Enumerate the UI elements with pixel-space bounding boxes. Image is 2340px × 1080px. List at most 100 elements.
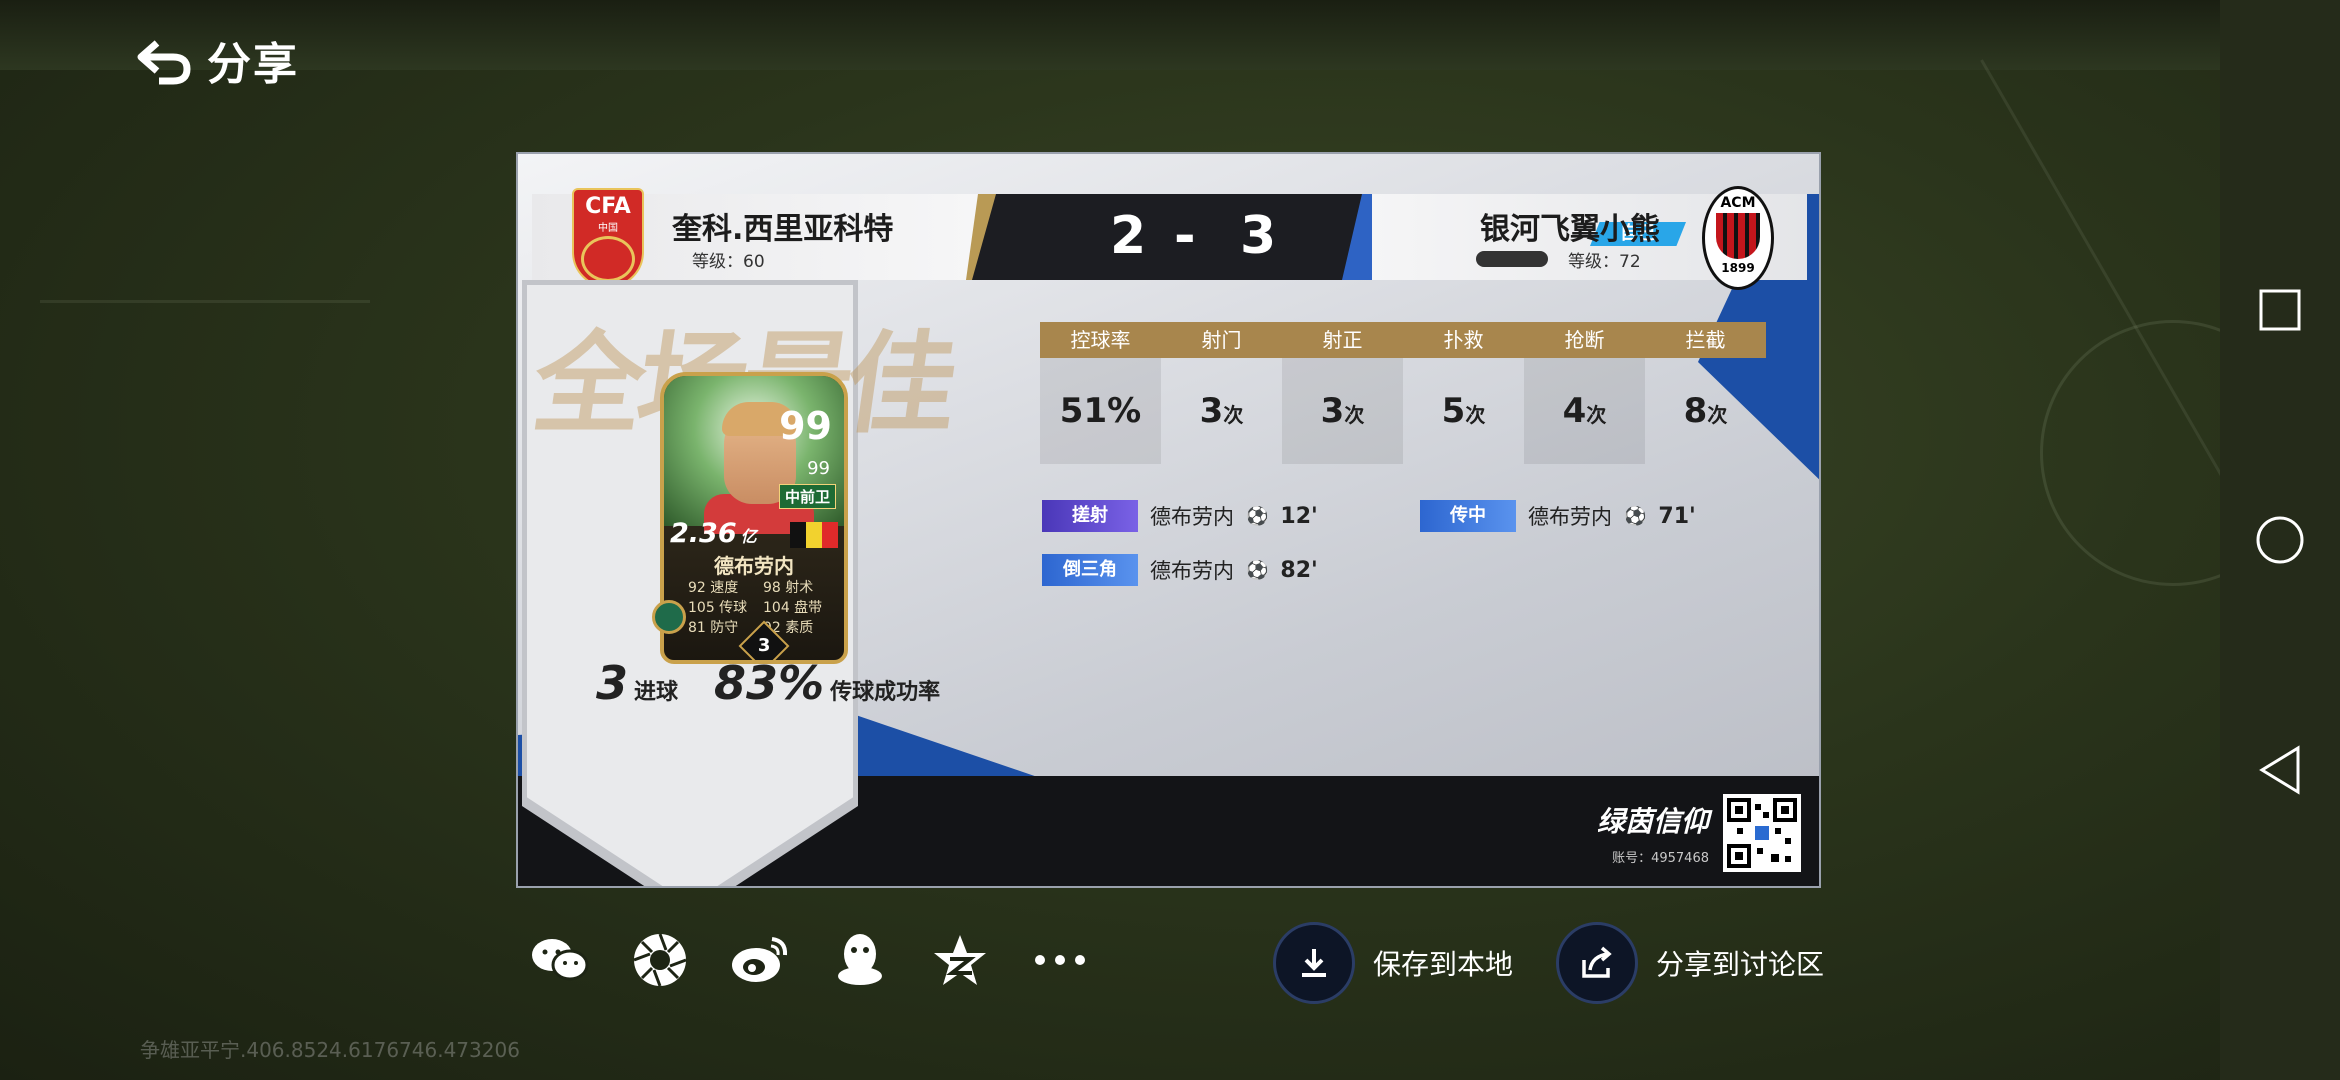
stat-header: 抢断 xyxy=(1524,322,1645,358)
attr-shooting: 98 射术 xyxy=(763,580,814,596)
laurel-badge-icon xyxy=(652,600,686,634)
stat-possession: 控球率 51% xyxy=(1040,322,1161,464)
badge-text: ACM xyxy=(1720,195,1756,211)
away-team-name: 银河飞翼小熊 xyxy=(1480,212,1660,247)
match-result-card: CFA 中国 奎科.西里亚科特 等级：60 2 - 3 自己 银河飞翼小熊 等级… xyxy=(516,152,1821,888)
player-name: 德布劳内 xyxy=(714,554,794,578)
price-unit: 亿 xyxy=(740,527,757,546)
qzone-icon[interactable] xyxy=(910,925,1010,995)
footer-watermark: 争雄亚平宁.406.8524.6176746.473206 xyxy=(140,1038,520,1062)
triangle-back-icon xyxy=(2259,745,2300,795)
square-icon xyxy=(2259,289,2301,331)
away-team-level: 等级：72 xyxy=(1568,252,1641,272)
away-score: 3 xyxy=(1240,206,1277,266)
stat-header: 射门 xyxy=(1161,322,1282,358)
event-time: 12' xyxy=(1280,503,1318,529)
circle-icon xyxy=(2256,516,2304,564)
player-rating: 99 xyxy=(779,404,832,448)
event-player: 德布劳内 xyxy=(1528,505,1612,529)
stat-value: 3次 xyxy=(1199,391,1244,431)
pitch-line xyxy=(40,300,370,303)
save-local-button[interactable]: 保存到本地 xyxy=(1273,922,1513,1004)
moments-icon[interactable] xyxy=(610,925,710,995)
qr-code xyxy=(1723,794,1801,872)
recent-apps-button[interactable] xyxy=(2250,280,2310,340)
home-team-level: 等级：60 xyxy=(692,252,765,272)
event-time: 71' xyxy=(1658,503,1696,529)
pass-label: 传球成功率 xyxy=(830,680,941,705)
stat-shots: 射门 3次 xyxy=(1161,322,1282,464)
save-local-label: 保存到本地 xyxy=(1373,948,1514,981)
score-separator: - xyxy=(1174,206,1196,266)
goal-event: 倒三角 德布劳内 ⚽ 82' xyxy=(1042,554,1318,586)
pass-stat: 83% 传球成功率 xyxy=(714,656,940,710)
goals-label: 进球 xyxy=(634,680,679,705)
weibo-icon[interactable] xyxy=(710,925,810,995)
match-stats-table: 控球率 51% 射门 3次 射正 3次 扑救 5次 抢断 4次 拦截 8次 xyxy=(1040,322,1766,464)
stat-header: 射正 xyxy=(1282,322,1403,358)
home-button[interactable] xyxy=(2250,510,2310,570)
player-card[interactable]: 99 99 中前卫 2.36 亿 德布劳内 92 速度 98 射术 105 传球 … xyxy=(660,372,848,664)
goal-event: 搓射 德布劳内 ⚽ 12' xyxy=(1042,500,1318,532)
brand-logo: 绿茵信仰 xyxy=(1596,805,1709,838)
event-player: 德布劳内 xyxy=(1150,559,1234,583)
share-forum-label: 分享到讨论区 xyxy=(1656,948,1825,981)
stat-shots-on-target: 射正 3次 xyxy=(1282,322,1403,464)
download-icon xyxy=(1273,922,1355,1004)
top-bar: 分享 xyxy=(135,30,299,90)
stat-value: 5次 xyxy=(1441,391,1486,431)
event-type-tag: 搓射 xyxy=(1042,500,1138,532)
price-value: 2.36 xyxy=(670,518,737,549)
share-forum-button[interactable]: 分享到讨论区 xyxy=(1556,922,1824,1004)
back-button[interactable] xyxy=(2250,740,2310,800)
soccer-ball-icon: ⚽ xyxy=(1624,505,1647,527)
attr-speed: 92 速度 xyxy=(688,580,739,596)
stat-value: 51% xyxy=(1040,358,1161,464)
soccer-ball-icon: ⚽ xyxy=(1246,559,1269,581)
away-team-badge: ACM 1899 xyxy=(1702,186,1774,290)
player-position: 中前卫 xyxy=(778,484,836,509)
home-team-badge: CFA 中国 xyxy=(572,188,644,288)
attr-passing: 105 传球 xyxy=(688,600,748,616)
stands xyxy=(0,0,2220,70)
event-time: 82' xyxy=(1280,557,1318,583)
back-arrow-icon[interactable] xyxy=(135,35,193,85)
wechat-icon[interactable] xyxy=(510,925,610,995)
dragon-emblem xyxy=(581,236,635,282)
stat-header: 拦截 xyxy=(1645,322,1766,358)
goals-stat: 3 进球 xyxy=(596,656,678,710)
qq-icon[interactable] xyxy=(810,925,910,995)
event-player: 德布劳内 xyxy=(1150,505,1234,529)
badge-text: CFA xyxy=(585,194,631,219)
attr-dribbling: 104 盘带 xyxy=(763,600,823,616)
event-type-tag: 传中 xyxy=(1420,500,1516,532)
stat-value: 8次 xyxy=(1683,391,1728,431)
page-title: 分享 xyxy=(207,39,299,90)
soccer-ball-icon: ⚽ xyxy=(1246,505,1269,527)
event-type-tag: 倒三角 xyxy=(1042,554,1138,586)
belgium-flag-icon xyxy=(790,522,838,548)
goals-value: 3 xyxy=(596,656,629,710)
stat-interceptions: 拦截 8次 xyxy=(1645,322,1766,464)
stat-header: 扑救 xyxy=(1403,322,1524,358)
system-nav-bar xyxy=(2220,0,2340,1080)
home-score: 2 xyxy=(1110,206,1147,266)
share-export-icon xyxy=(1556,922,1638,1004)
share-targets xyxy=(510,925,1110,995)
score-bar: CFA 中国 奎科.西里亚科特 等级：60 2 - 3 自己 银河飞翼小熊 等级… xyxy=(532,186,1807,290)
qr-code-icon xyxy=(1727,798,1797,868)
badge-year: 1899 xyxy=(1721,261,1755,275)
home-team-name: 奎科.西里亚科特 xyxy=(672,212,894,247)
more-icon[interactable] xyxy=(1010,925,1110,995)
stat-tackles: 抢断 4次 xyxy=(1524,322,1645,464)
stat-value: 3次 xyxy=(1282,358,1403,464)
club-label xyxy=(1476,251,1548,267)
pass-value: 83% xyxy=(714,656,825,710)
stripes xyxy=(1716,213,1760,259)
stat-value: 4次 xyxy=(1524,358,1645,464)
player-price: 2.36 亿 xyxy=(670,518,757,549)
score-panel xyxy=(972,194,1372,280)
goal-event: 传中 德布劳内 ⚽ 71' xyxy=(1420,500,1696,532)
stat-saves: 扑救 5次 xyxy=(1403,322,1524,464)
badge-sub: 中国 xyxy=(598,223,618,234)
